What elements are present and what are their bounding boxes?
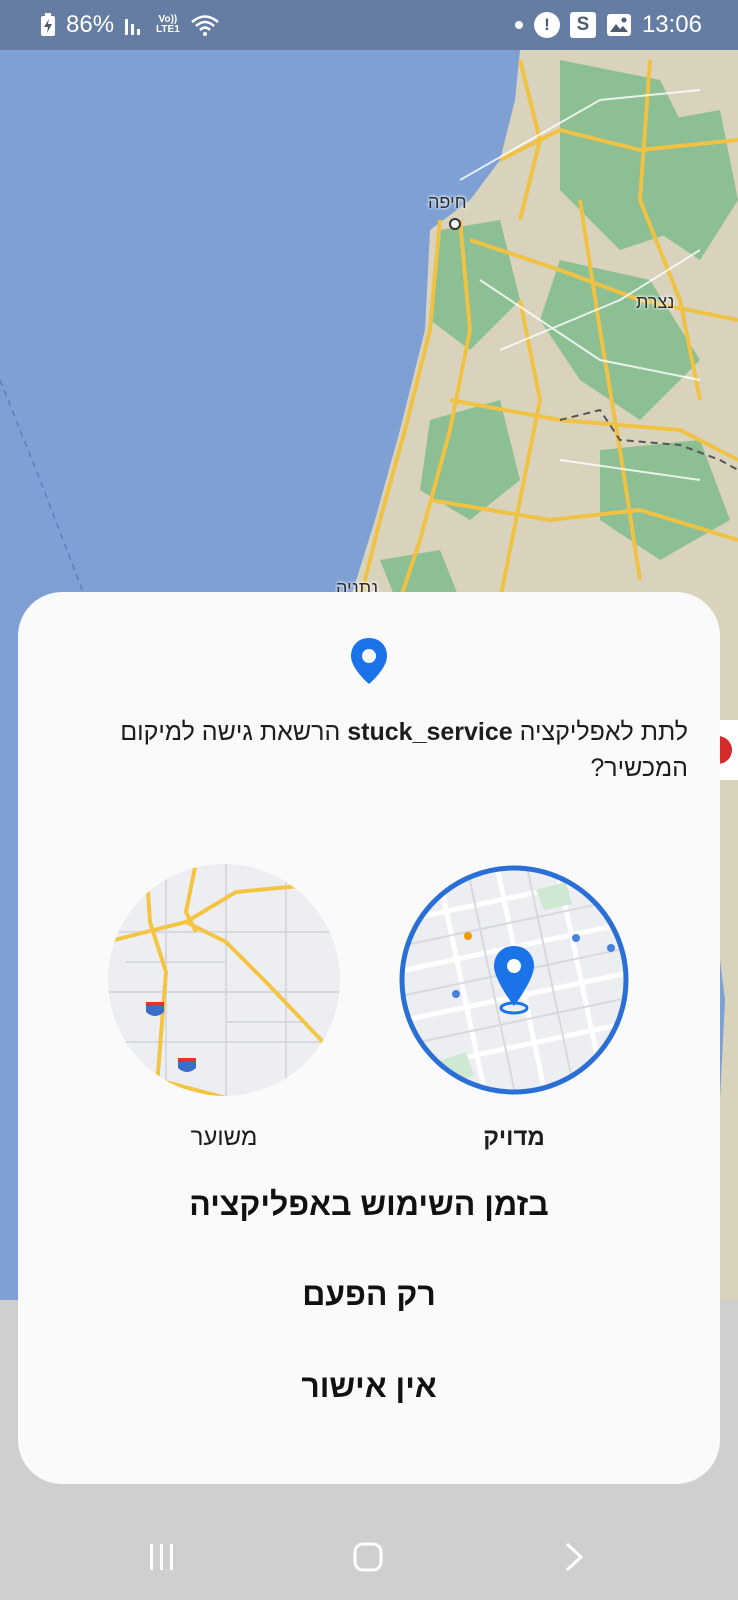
map-label-nazareth: נצרת [636,292,675,312]
location-pin-icon [349,636,389,686]
clock: 13:06 [641,11,702,38]
status-bar: 86% Vo)) LTE1 ! S 13:06 [0,0,738,50]
home-icon[interactable] [344,1535,392,1579]
precise-location-option[interactable]: מדויק [396,862,632,1162]
approximate-label: משוער [190,1124,258,1151]
recents-icon[interactable] [138,1535,186,1579]
app-name: stuck_service [347,718,513,746]
approximate-map-thumbnail [106,862,342,1098]
precise-map-thumbnail [396,862,632,1098]
alert-icon: ! [533,12,560,38]
battery-percent: 86% [66,11,115,38]
question-prefix: לתת לאפליקציה [519,718,688,746]
signal-icon [124,15,146,35]
allow-while-using-button[interactable]: בזמן השימוש באפליקציה [58,1174,680,1234]
volte-icon: Vo)) LTE1 [156,15,180,35]
precise-label: מדויק [483,1124,545,1151]
status-left: 86% Vo)) LTE1 [40,11,220,39]
back-icon[interactable] [550,1535,598,1579]
wifi-icon [190,13,220,37]
s-app-icon: S [569,12,596,38]
navigation-bar [0,1515,738,1600]
allow-only-this-time-button[interactable]: רק הפעם [58,1264,680,1324]
network-label: LTE1 [156,24,180,35]
status-right: ! S 13:06 [514,11,702,39]
dot-icon [514,20,524,30]
battery-charging-icon [40,13,56,37]
deny-button[interactable]: אין אישור [58,1356,680,1416]
gallery-icon [606,13,632,37]
location-permission-dialog: לתת לאפליקציה stuck_service הרשאת גישה ל… [18,592,720,1484]
map-label-haifa: חיפה [428,192,467,212]
approximate-location-option[interactable]: משוער [106,862,342,1162]
permission-question: לתת לאפליקציה stuck_service הרשאת גישה ל… [54,714,688,786]
